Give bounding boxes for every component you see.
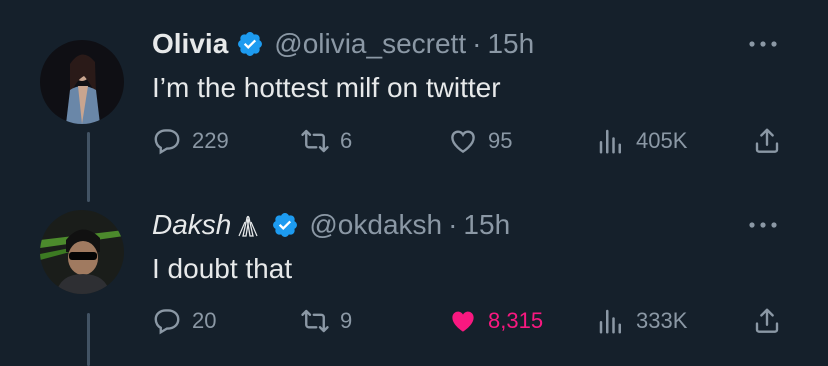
avatar[interactable] bbox=[40, 40, 124, 124]
display-name[interactable]: Daksh bbox=[152, 209, 231, 241]
retweet-count: 9 bbox=[340, 308, 353, 333]
retweet-button[interactable]: 6 bbox=[300, 126, 352, 156]
display-name[interactable]: Olivia bbox=[152, 28, 228, 60]
views-button[interactable]: 405K bbox=[596, 126, 687, 156]
reply-icon bbox=[154, 129, 180, 155]
tweet-text: I’m the hottest milf on twitter bbox=[152, 72, 501, 103]
views-icon bbox=[599, 309, 621, 334]
views-icon bbox=[599, 129, 621, 154]
like-button[interactable]: 95 bbox=[448, 126, 512, 156]
share-button[interactable] bbox=[752, 306, 782, 336]
share-button[interactable] bbox=[752, 126, 782, 156]
more-options-icon[interactable] bbox=[748, 220, 778, 230]
retweet-icon bbox=[301, 309, 329, 333]
handle[interactable]: @olivia_secrett bbox=[274, 28, 466, 60]
handle[interactable]: @okdaksh bbox=[309, 209, 442, 241]
action-bar: 20 9 8,315 333K bbox=[0, 302, 828, 342]
timestamp[interactable]: 15h bbox=[463, 209, 510, 241]
share-icon bbox=[755, 128, 779, 153]
reply-count: 229 bbox=[192, 128, 229, 153]
retweet-button[interactable]: 9 bbox=[300, 306, 352, 336]
retweet-count: 6 bbox=[340, 128, 353, 153]
view-count: 333K bbox=[636, 308, 688, 333]
praying-hands-icon bbox=[238, 215, 258, 237]
view-count: 405K bbox=[636, 128, 688, 153]
avatar-image bbox=[40, 40, 124, 124]
tweet-header: Olivia @olivia_secrett · 15h bbox=[152, 22, 534, 66]
timestamp[interactable]: 15h bbox=[487, 28, 534, 60]
like-count: 8,315 bbox=[488, 308, 544, 333]
reply-button[interactable]: 20 bbox=[152, 306, 216, 336]
separator-dot: · bbox=[472, 28, 482, 59]
avatar-image bbox=[40, 210, 124, 294]
tweet-header: Daksh @okdaksh · 15h bbox=[152, 203, 510, 247]
views-button[interactable]: 333K bbox=[596, 306, 687, 336]
like-count: 95 bbox=[488, 128, 513, 153]
retweet-icon bbox=[301, 129, 329, 153]
heart-filled-icon bbox=[452, 311, 474, 332]
heart-icon bbox=[451, 130, 475, 154]
like-button[interactable]: 8,315 bbox=[448, 306, 543, 336]
share-icon bbox=[755, 308, 779, 333]
separator-dot: · bbox=[448, 209, 458, 240]
reply-count: 20 bbox=[192, 308, 217, 333]
avatar[interactable] bbox=[40, 210, 124, 294]
action-bar: 229 6 95 405K bbox=[0, 122, 828, 162]
verified-badge-icon[interactable] bbox=[236, 30, 264, 58]
verified-badge-icon[interactable] bbox=[271, 211, 299, 239]
tweet-text: I doubt that bbox=[152, 253, 293, 284]
reply-button[interactable]: 229 bbox=[152, 126, 229, 156]
more-options-icon[interactable] bbox=[748, 39, 778, 49]
reply-icon bbox=[154, 309, 180, 335]
